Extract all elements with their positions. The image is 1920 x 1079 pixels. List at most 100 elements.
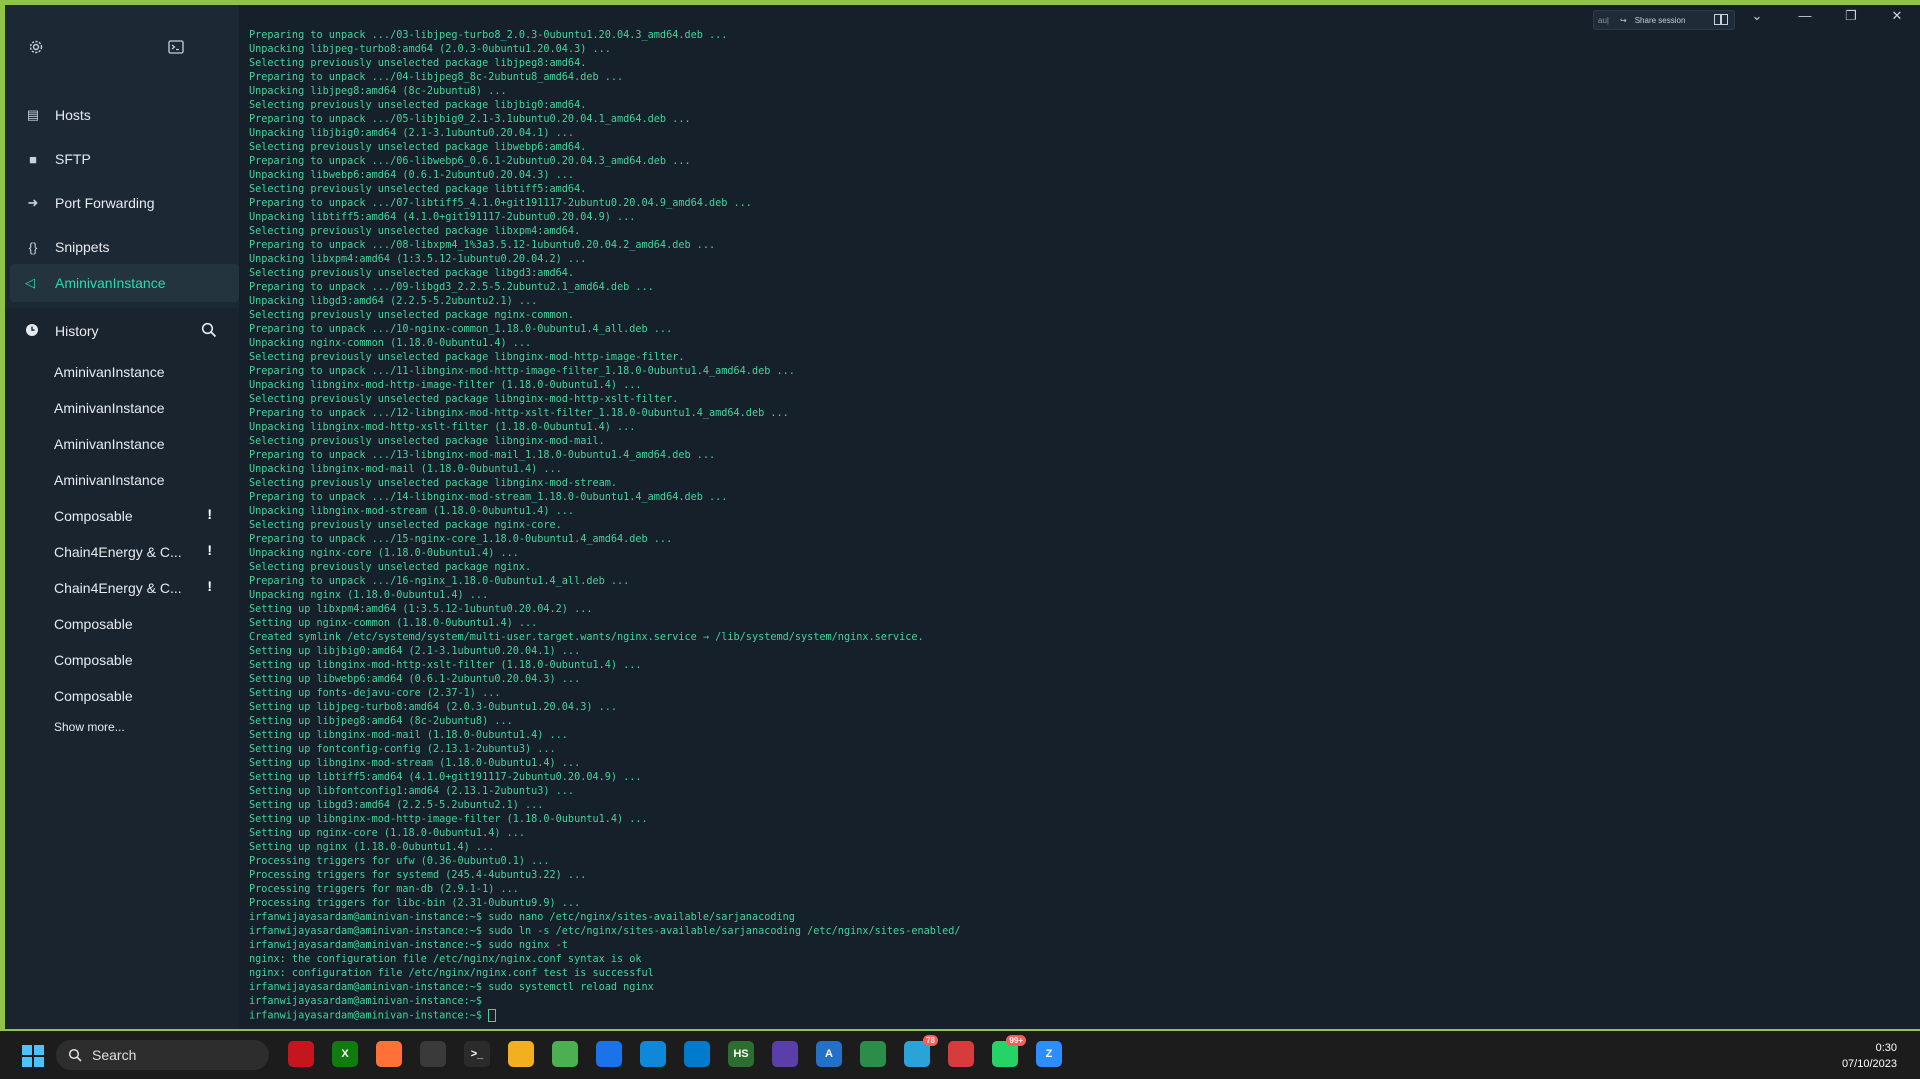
history-item-label: AminivanInstance	[54, 472, 165, 488]
warning-icon: !	[207, 542, 212, 558]
azure-icon[interactable]: A	[816, 1041, 842, 1067]
close-icon[interactable]: ✕	[1887, 8, 1907, 24]
nav-snippets[interactable]: {} Snippets	[5, 225, 239, 269]
whatsapp-icon[interactable]: 99+	[992, 1035, 1026, 1067]
terminal-line: Setting up libnginx-mod-mail (1.18.0-0ub…	[249, 729, 1909, 743]
terminal-line-text: Selecting previously unselected package …	[249, 226, 581, 237]
terminal-line: Processing triggers for libc-bin (2.31-0…	[249, 897, 1909, 911]
history-item[interactable]: Chain4Energy & C...!	[5, 534, 239, 570]
sidebar: ▤ Hosts ■ SFTP ➜ Port Forwarding {} Snip…	[5, 5, 239, 1029]
file-explorer-icon[interactable]	[508, 1041, 534, 1067]
terminal-line-text: irfanwijayasardam@aminivan-instance:~$ s…	[249, 982, 654, 993]
restore-icon[interactable]: ❐	[1841, 8, 1861, 24]
termius-icon[interactable]	[948, 1041, 974, 1067]
terminal-line: Setting up libnginx-mod-http-image-filte…	[249, 813, 1909, 827]
terminal-line: Preparing to unpack .../07-libtiff5_4.1.…	[249, 197, 1909, 211]
terminal-line-text: Preparing to unpack .../03-libjpeg-turbo…	[249, 30, 728, 41]
terminal-line-text: Unpacking libxpm4:amd64 (1:3.5.12-1ubunt…	[249, 254, 587, 265]
termius-window: ▤ Hosts ■ SFTP ➜ Port Forwarding {} Snip…	[5, 5, 1920, 1029]
history-item-label: Chain4Energy & C...	[54, 544, 182, 560]
terminal-icon[interactable]: >_	[464, 1041, 490, 1067]
terminal-line: Selecting previously unselected package …	[249, 519, 1909, 533]
taskbar-search[interactable]: Search	[56, 1040, 269, 1070]
terminal-line: Setting up libjpeg8:amd64 (8c-2ubuntu8) …	[249, 715, 1909, 729]
terminal-line: Preparing to unpack .../05-libjbig0_2.1-…	[249, 113, 1909, 127]
terminal-line: Setting up libgd3:amd64 (2.2.5-5.2ubuntu…	[249, 799, 1909, 813]
session-user-tag: au|	[1598, 15, 1609, 25]
terminal-line: Preparing to unpack .../09-libgd3_2.2.5-…	[249, 281, 1909, 295]
eclipse-icon[interactable]	[772, 1041, 798, 1067]
taskbar: Search X >_ HS A 78 99+ Z 0:30 07/10/2023	[0, 1031, 1920, 1079]
terminal-line-text: Unpacking libjpeg8:amd64 (8c-2ubuntu8) .…	[249, 86, 507, 97]
session-icon: ◁	[25, 275, 35, 290]
terminal-line: Created symlink /etc/systemd/system/mult…	[249, 631, 1909, 645]
history-item[interactable]: AminivanInstance	[5, 354, 239, 390]
history-item[interactable]: Composable!	[5, 498, 239, 534]
terminal-output[interactable]: Preparing to unpack .../03-libjpeg-turbo…	[249, 29, 1909, 1029]
windows-start-icon[interactable]	[22, 1045, 44, 1067]
chevron-down-icon[interactable]: ⌄	[1747, 8, 1767, 24]
terminal-line-text: Preparing to unpack .../07-libtiff5_4.1.…	[249, 198, 752, 209]
share-session-control[interactable]: au| ↪ Share session	[1593, 10, 1735, 30]
telegram-icon[interactable]: 78	[904, 1035, 938, 1067]
history-item[interactable]: Composable	[5, 678, 239, 714]
minimize-icon[interactable]: —	[1795, 8, 1815, 23]
history-item[interactable]: Composable	[5, 642, 239, 678]
terminal-line-text: Preparing to unpack .../13-libnginx-mod-…	[249, 450, 716, 461]
taskbar-search-placeholder: Search	[92, 1047, 137, 1063]
notification-badge: 99+	[1006, 1035, 1026, 1046]
terminal-line: Unpacking libxpm4:amd64 (1:3.5.12-1ubunt…	[249, 253, 1909, 267]
history-item[interactable]: AminivanInstance	[5, 426, 239, 462]
system-clock[interactable]: 0:30 07/10/2023	[1842, 1040, 1897, 1072]
terminal-line: Processing triggers for systemd (245.4-4…	[249, 869, 1909, 883]
xbox-circle-icon[interactable]	[860, 1041, 886, 1067]
history-item[interactable]: AminivanInstance	[5, 462, 239, 498]
split-view-icon[interactable]	[1714, 14, 1728, 25]
terminal-line-text: Unpacking nginx-common (1.18.0-0ubuntu1.…	[249, 338, 532, 349]
terminal-line: Setting up fonts-dejavu-core (2.37-1) ..…	[249, 687, 1909, 701]
share-session-button[interactable]: Share session	[1635, 16, 1686, 25]
nav-sftp[interactable]: ■ SFTP	[5, 137, 239, 181]
xbox-icon[interactable]: X	[332, 1041, 358, 1067]
sidebar-header	[5, 5, 239, 93]
vscode-icon[interactable]	[684, 1041, 710, 1067]
history-item[interactable]: AminivanInstance	[5, 390, 239, 426]
terminal-line-text: Unpacking libgd3:amd64 (2.2.5-5.2ubuntu2…	[249, 296, 538, 307]
terminal-cursor	[488, 1009, 497, 1022]
terminal-line: Setting up libjpeg-turbo8:amd64 (2.0.3-0…	[249, 701, 1909, 715]
nav-hosts[interactable]: ▤ Hosts	[5, 93, 239, 137]
show-more-link[interactable]: Show more...	[5, 720, 239, 734]
history-item-label: Composable	[54, 688, 133, 704]
nav-port-forwarding[interactable]: ➜ Port Forwarding	[5, 181, 239, 225]
terminal-line: Preparing to unpack .../14-libnginx-mod-…	[249, 491, 1909, 505]
search-icon[interactable]	[201, 322, 219, 340]
edge-icon[interactable]	[640, 1041, 666, 1067]
hs-app-icon[interactable]: HS	[728, 1041, 754, 1067]
terminal-line: Selecting previously unselected package …	[249, 351, 1909, 365]
history-header[interactable]: History	[5, 308, 239, 354]
terminal-toggle-icon[interactable]	[165, 39, 187, 61]
terminal-line: Preparing to unpack .../03-libjpeg-turbo…	[249, 29, 1909, 43]
app-circle-icon[interactable]	[420, 1041, 446, 1067]
terminal-line: Unpacking libtiff5:amd64 (4.1.0+git19111…	[249, 211, 1909, 225]
notepad-icon[interactable]	[552, 1041, 578, 1067]
terminal-line: Setting up libnginx-mod-http-xslt-filter…	[249, 659, 1909, 673]
zoom-icon[interactable]: Z	[1036, 1041, 1062, 1067]
terminal-line-text: Unpacking nginx (1.18.0-0ubuntu1.4) ...	[249, 590, 489, 601]
mixed-reality-icon[interactable]	[288, 1041, 314, 1067]
history-item[interactable]: Composable	[5, 606, 239, 642]
terminal-line-text: Selecting previously unselected package …	[249, 394, 679, 405]
terminal-line: Selecting previously unselected package …	[249, 267, 1909, 281]
history-item[interactable]: Chain4Energy & C...!	[5, 570, 239, 606]
terminal-line: Selecting previously unselected package …	[249, 309, 1909, 323]
terminal-line-text: irfanwijayasardam@aminivan-instance:~$	[249, 996, 483, 1007]
terminal-line-text: Preparing to unpack .../15-nginx-core_1.…	[249, 534, 673, 545]
chrome-icon[interactable]	[596, 1041, 622, 1067]
firefox-icon[interactable]	[376, 1041, 402, 1067]
terminal-line-text: Setting up libjpeg-turbo8:amd64 (2.0.3-0…	[249, 702, 618, 713]
active-session-tab[interactable]: ◁ AminivanInstance	[10, 264, 239, 302]
hosts-icon: ▤	[26, 107, 40, 122]
gear-icon[interactable]	[25, 39, 47, 61]
history-item-label: AminivanInstance	[54, 436, 165, 452]
terminal-line-text: Setting up libfontconfig1:amd64 (2.13.1-…	[249, 786, 575, 797]
